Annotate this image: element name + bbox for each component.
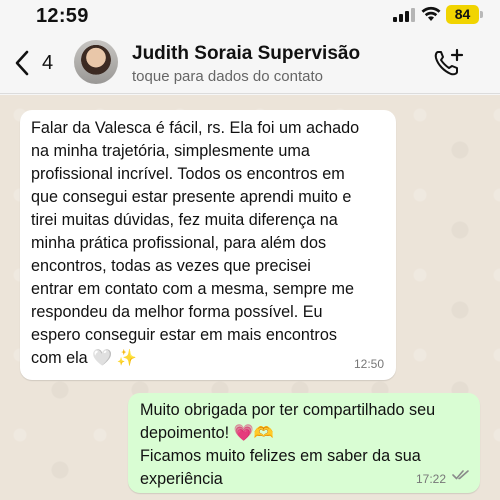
message-line: tirei muitas dúvidas, fez muita diferenç… <box>31 211 338 229</box>
message-time: 12:50 <box>353 357 384 371</box>
message-line: Falar da Valesca é fácil, rs. Ela foi um… <box>31 119 360 137</box>
chat-header: 4 Judith Soraia Supervisão toque para da… <box>0 30 500 94</box>
contact-name[interactable]: Judith Soraia Supervisão <box>132 43 360 65</box>
message-line: Muito obrigada por ter compartilhado seu <box>140 401 436 419</box>
message-line: minha prática profissional, para além do… <box>31 234 327 252</box>
message-time: 17:22 <box>415 472 446 486</box>
message-line: Ficamos muito felizes em saber da sua <box>140 447 421 465</box>
message-line: espero conseguir estar em mais encontros <box>31 326 337 344</box>
message-line: na minha trajetória, simplesmente uma <box>31 142 310 160</box>
message-line: profissional incrível. Todos os encontro… <box>31 165 345 183</box>
phone-plus-icon[interactable] <box>433 48 465 83</box>
wifi-icon <box>421 6 441 27</box>
double-check-icon <box>452 467 470 485</box>
message-line: encontros, todas as vezes que precisei <box>31 257 311 275</box>
message-line: depoimento! 💗🫶 <box>140 424 274 442</box>
back-button[interactable]: 4 <box>10 50 60 78</box>
battery-indicator: 84 <box>446 5 479 24</box>
status-bar: 12:59 84 <box>0 0 500 30</box>
status-time: 12:59 <box>36 5 89 27</box>
message-line: respondeu da melhor forma possível. Eu <box>31 303 323 321</box>
message-text: Falar da Valesca é fácil, rs. Ela foi um… <box>31 117 391 370</box>
incoming-message[interactable]: Falar da Valesca é fácil, rs. Ela foi um… <box>20 110 396 380</box>
signal-icon <box>393 8 415 27</box>
battery-tip <box>480 11 483 18</box>
chevron-left-icon <box>15 50 29 76</box>
message-line: entrar em contato com a mesma, sempre me <box>31 280 354 298</box>
unread-count: 4 <box>42 52 54 74</box>
avatar[interactable] <box>74 40 118 84</box>
message-line: com ela 🤍 ✨ <box>31 349 137 367</box>
message-line: que consegui estar presente aprendi muit… <box>31 188 352 206</box>
outgoing-message[interactable]: Muito obrigada por ter compartilhado seu… <box>128 393 480 493</box>
contact-subtitle[interactable]: toque para dados do contato <box>132 68 323 85</box>
